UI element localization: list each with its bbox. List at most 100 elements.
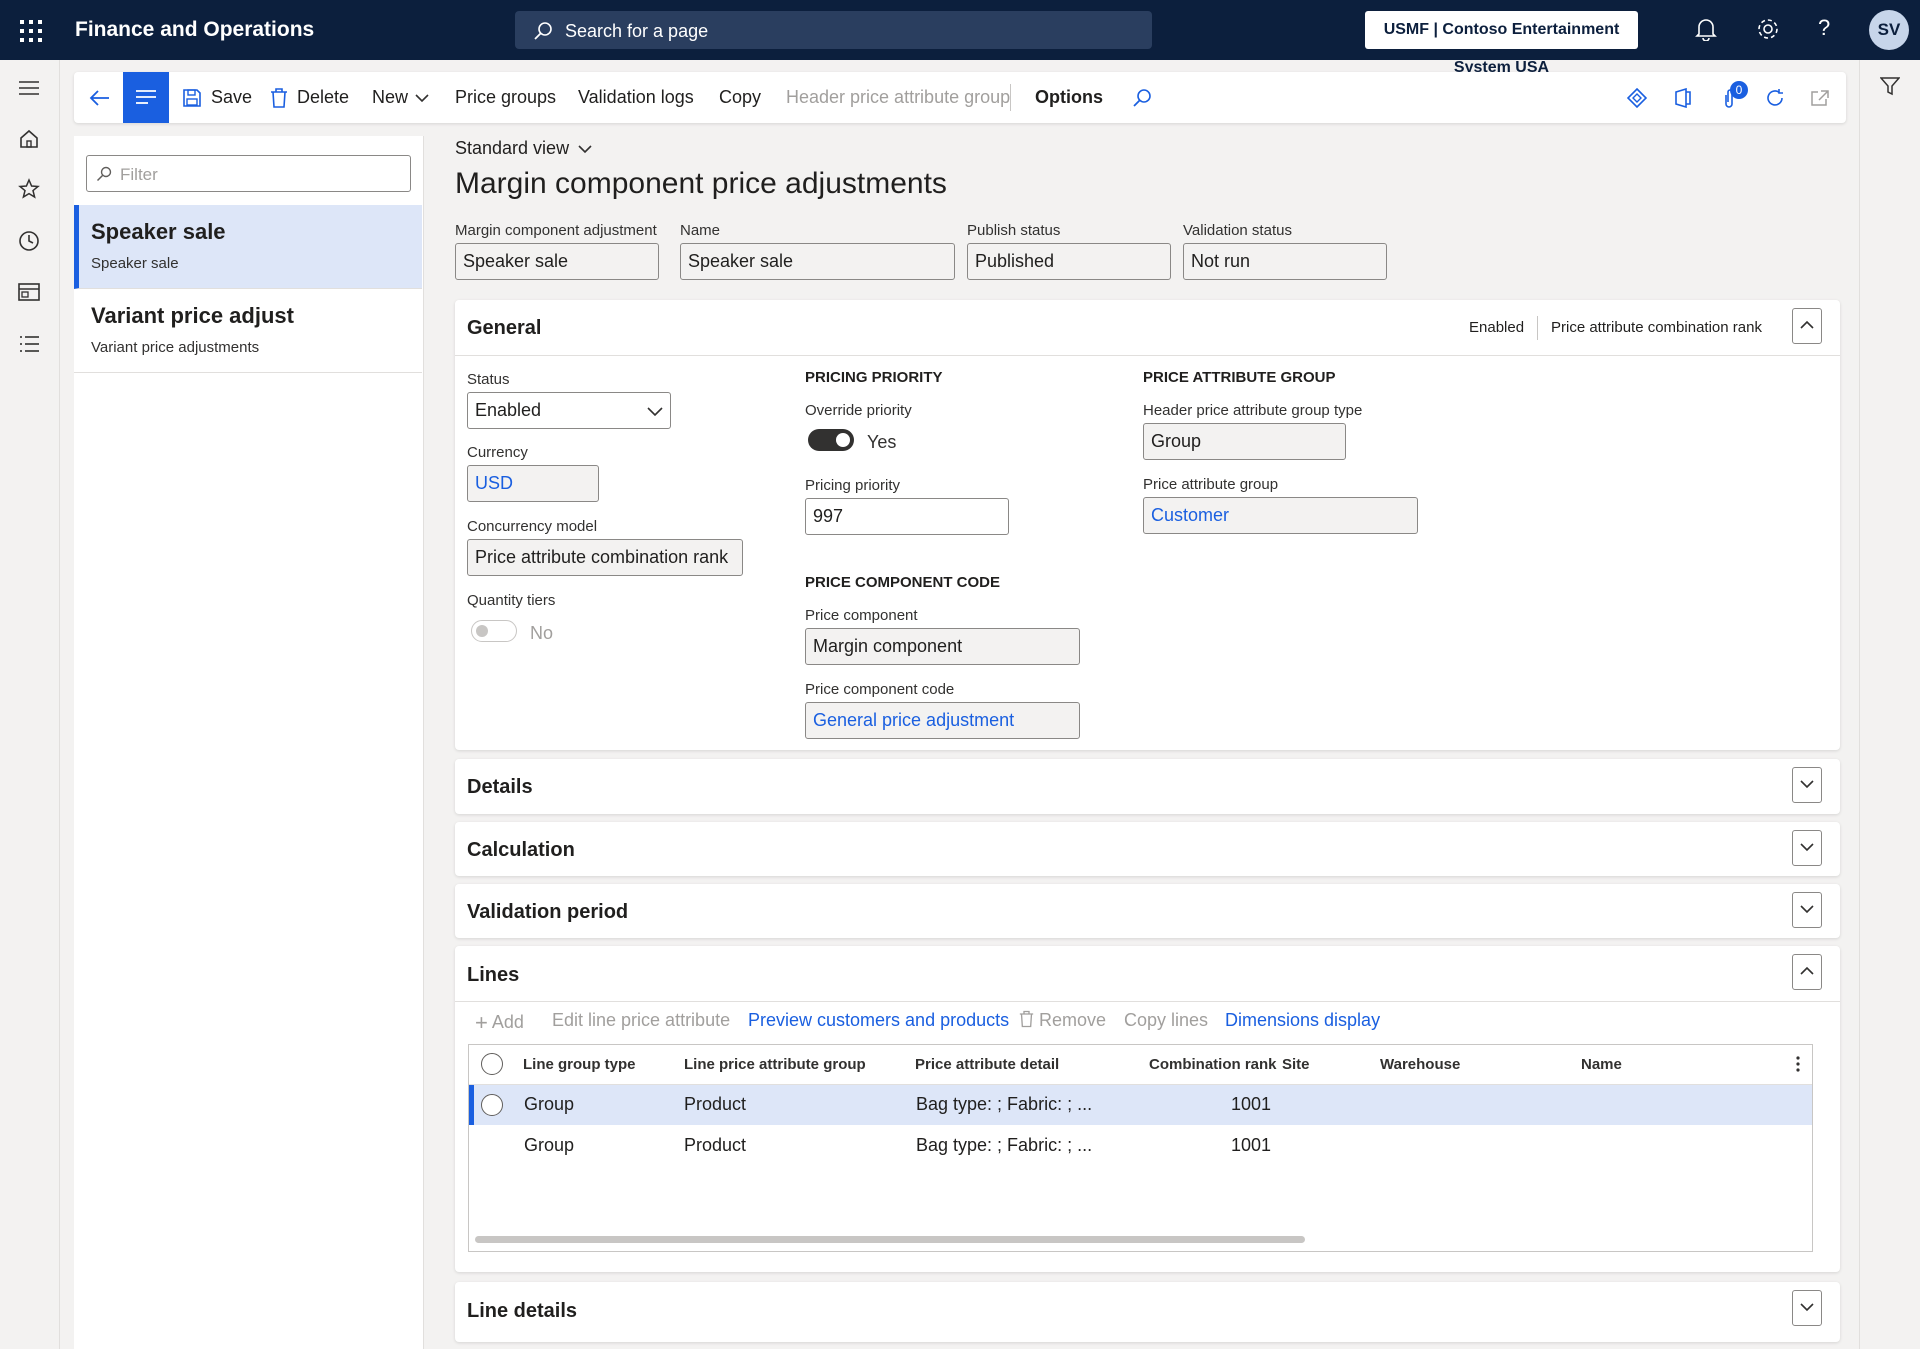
column-header-price-attribute-detail[interactable]: Price attribute detail bbox=[915, 1056, 1059, 1073]
row-select-checkbox[interactable] bbox=[481, 1094, 503, 1116]
name-field[interactable]: Speaker sale bbox=[680, 243, 955, 280]
clock-icon[interactable] bbox=[18, 230, 40, 252]
price-component-code-label: Price component code bbox=[805, 681, 955, 698]
expand-calculation-button[interactable] bbox=[1792, 830, 1822, 866]
power-apps-button[interactable] bbox=[1627, 72, 1647, 123]
table-row[interactable] bbox=[469, 1085, 1812, 1125]
bell-icon[interactable] bbox=[1695, 17, 1717, 41]
column-header-warehouse[interactable]: Warehouse bbox=[1380, 1056, 1460, 1073]
back-button[interactable] bbox=[88, 72, 110, 123]
open-new-window-button[interactable] bbox=[1810, 72, 1830, 123]
override-priority-label: Override priority bbox=[805, 402, 912, 419]
publish-status-label: Publish status bbox=[967, 222, 1061, 239]
column-header-line-group-type[interactable]: Line group type bbox=[523, 1056, 636, 1073]
filter-funnel-icon[interactable] bbox=[1880, 76, 1900, 96]
validation-period-section-title[interactable]: Validation period bbox=[467, 901, 628, 924]
cell-price-attribute-detail: Bag type: ; Fabric: ; ... bbox=[916, 1094, 1093, 1114]
dimensions-display-button[interactable]: Dimensions display bbox=[1225, 1010, 1380, 1031]
view-selector[interactable]: Standard view bbox=[455, 138, 592, 159]
horizontal-scrollbar[interactable] bbox=[475, 1236, 1305, 1243]
price-attribute-group-field[interactable]: Customer bbox=[1143, 497, 1418, 534]
list-item[interactable]: Speaker sale Speaker sale bbox=[74, 205, 422, 289]
list-item[interactable]: Variant price adjust Variant price adjus… bbox=[74, 289, 422, 373]
copy-lines-button[interactable]: Copy lines bbox=[1124, 1010, 1208, 1031]
column-header-name[interactable]: Name bbox=[1581, 1056, 1622, 1073]
expand-validation-period-button[interactable] bbox=[1792, 892, 1822, 928]
options-tab[interactable]: Options bbox=[1035, 72, 1103, 123]
delete-button[interactable]: Delete bbox=[270, 72, 349, 123]
price-groups-button[interactable]: Price groups bbox=[455, 72, 556, 123]
workspace-icon[interactable] bbox=[18, 282, 40, 302]
gear-icon[interactable] bbox=[1756, 17, 1780, 41]
modules-list-icon[interactable] bbox=[18, 334, 40, 354]
expand-line-details-button[interactable] bbox=[1792, 1290, 1822, 1326]
select-all-checkbox[interactable] bbox=[481, 1053, 503, 1075]
pricing-priority-input[interactable]: 997 bbox=[805, 498, 1009, 535]
lines-section-title[interactable]: Lines bbox=[467, 964, 519, 987]
column-header-line-price-attribute-group[interactable]: Line price attribute group bbox=[684, 1056, 866, 1073]
price-component-code-field[interactable]: General price adjustment bbox=[805, 702, 1080, 739]
validation-logs-button[interactable]: Validation logs bbox=[578, 72, 694, 123]
preview-customers-products-button[interactable]: Preview customers and products bbox=[748, 1010, 1009, 1031]
status-dropdown[interactable]: Enabled bbox=[467, 392, 671, 429]
office-button[interactable] bbox=[1674, 72, 1692, 123]
app-launcher-icon[interactable] bbox=[18, 18, 44, 44]
margin-component-adjustment-field[interactable]: Speaker sale bbox=[455, 243, 659, 280]
search-icon bbox=[96, 166, 112, 182]
header-group-type-field[interactable]: Group bbox=[1143, 423, 1346, 460]
right-rail bbox=[1859, 60, 1920, 1349]
currency-field[interactable]: USD bbox=[467, 465, 599, 502]
new-menu-button[interactable]: New bbox=[372, 72, 429, 123]
cell-price-attribute-detail: Bag type: ; Fabric: ; ... bbox=[916, 1135, 1093, 1155]
currency-label: Currency bbox=[467, 444, 528, 461]
help-icon[interactable]: ? bbox=[1818, 15, 1830, 41]
details-fasttab[interactable]: Details bbox=[455, 759, 1840, 814]
line-details-fasttab[interactable]: Line details bbox=[455, 1282, 1840, 1342]
header-price-attribute-group-button[interactable]: Header price attribute group bbox=[786, 72, 1010, 123]
cell-combination-rank: 1001 bbox=[1231, 1094, 1272, 1114]
star-icon[interactable] bbox=[18, 178, 40, 200]
list-filter-input[interactable]: Filter bbox=[86, 155, 411, 192]
column-options-icon[interactable] bbox=[1796, 1055, 1800, 1073]
calculation-section-title[interactable]: Calculation bbox=[467, 839, 575, 862]
page-search-input[interactable]: Search for a page bbox=[515, 11, 1152, 49]
column-header-site[interactable]: Site bbox=[1282, 1056, 1310, 1073]
remove-line-button[interactable]: Remove bbox=[1019, 1010, 1106, 1031]
action-search-button[interactable] bbox=[1132, 72, 1152, 123]
save-icon bbox=[183, 89, 201, 108]
validation-status-field[interactable]: Not run bbox=[1183, 243, 1387, 280]
avatar[interactable]: SV bbox=[1869, 10, 1909, 50]
validation-period-fasttab[interactable]: Validation period bbox=[455, 884, 1840, 938]
edit-line-price-attribute-button[interactable]: Edit line price attribute bbox=[552, 1010, 730, 1031]
concurrency-model-field[interactable]: Price attribute combination rank bbox=[467, 539, 743, 576]
chevron-down-icon bbox=[647, 407, 663, 416]
copy-button[interactable]: Copy bbox=[719, 72, 761, 123]
price-component-field[interactable]: Margin component bbox=[805, 628, 1080, 665]
company-picker[interactable]: USMF | Contoso Entertainment System USA bbox=[1365, 11, 1638, 76]
divider bbox=[1537, 316, 1538, 340]
home-icon[interactable] bbox=[18, 128, 40, 150]
trash-icon bbox=[271, 88, 287, 109]
details-section-title[interactable]: Details bbox=[467, 776, 533, 799]
table-row[interactable] bbox=[469, 1126, 1812, 1166]
margin-component-adjustment-label: Margin component adjustment bbox=[455, 222, 657, 239]
save-button[interactable]: Save bbox=[182, 72, 252, 123]
add-line-button[interactable]: + Add bbox=[475, 1010, 524, 1036]
list-view-toggle-button[interactable] bbox=[123, 72, 169, 123]
general-summary-concurrency: Price attribute combination rank bbox=[1551, 319, 1762, 336]
override-priority-toggle[interactable] bbox=[808, 429, 854, 451]
publish-status-field[interactable]: Published bbox=[967, 243, 1171, 280]
expand-details-button[interactable] bbox=[1792, 767, 1822, 803]
cell-line-price-attribute-group: Product bbox=[684, 1094, 747, 1114]
collapse-lines-button[interactable] bbox=[1792, 954, 1822, 990]
refresh-button[interactable] bbox=[1765, 72, 1785, 123]
line-details-section-title[interactable]: Line details bbox=[467, 1300, 577, 1323]
column-header-combination-rank[interactable]: Combination rank bbox=[1149, 1056, 1277, 1073]
hamburger-icon[interactable] bbox=[18, 80, 40, 96]
general-section-title[interactable]: General bbox=[467, 317, 541, 340]
quantity-tiers-toggle[interactable] bbox=[471, 620, 517, 642]
calculation-fasttab[interactable]: Calculation bbox=[455, 822, 1840, 876]
collapse-general-button[interactable] bbox=[1792, 308, 1822, 344]
chevron-down-icon bbox=[1800, 780, 1814, 789]
app-title[interactable]: Finance and Operations bbox=[75, 18, 314, 42]
